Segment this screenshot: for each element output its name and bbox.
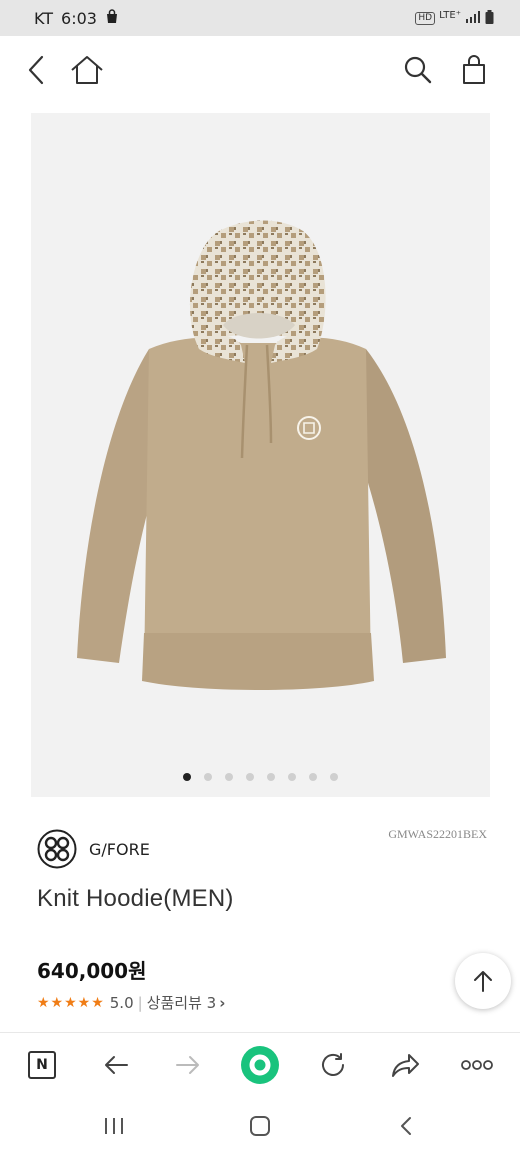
home-icon[interactable] (67, 50, 107, 90)
n-tab-box: N (28, 1051, 56, 1079)
carousel-dot[interactable] (288, 773, 296, 781)
hd-badge: HD (415, 11, 436, 25)
status-bar: KT 6:03 HD LTE⁺ (0, 0, 520, 36)
carousel-dot[interactable] (204, 773, 212, 781)
hoodie-hem (142, 633, 374, 690)
knit-hoodie-image (77, 220, 446, 690)
status-left: KT 6:03 (34, 9, 119, 28)
review-separator: | (137, 993, 143, 1012)
review-link[interactable]: 상품리뷰 3 (147, 992, 217, 1013)
battery-icon (485, 9, 494, 27)
signal-icon (465, 10, 481, 26)
carousel-dot[interactable] (246, 773, 254, 781)
green-dot-icon[interactable] (238, 1043, 282, 1087)
browser-toolbar: N (0, 1032, 520, 1096)
forward-icon[interactable] (166, 1043, 210, 1087)
top-nav (0, 36, 520, 102)
rating-stars: ★★★★★ (37, 994, 105, 1011)
system-back-icon[interactable] (384, 1104, 428, 1148)
brand-logo-icon[interactable] (37, 829, 77, 869)
rating-row[interactable]: ★★★★★ 5.0 | 상품리뷰 3 › (37, 992, 225, 1013)
recent-apps-icon[interactable] (92, 1104, 136, 1148)
product-image-carousel[interactable] (31, 113, 490, 797)
brand-name[interactable]: G/FORE (89, 840, 150, 859)
back-arrow-icon[interactable] (16, 50, 56, 90)
product-title: Knit Hoodie(MEN) (37, 885, 234, 912)
carrier-label: KT (34, 8, 54, 28)
n-tab-icon[interactable]: N (20, 1043, 64, 1087)
scroll-top-button[interactable] (455, 953, 511, 1009)
hoodie-body (144, 337, 371, 684)
carousel-dot[interactable] (183, 773, 191, 781)
product-code: GMWAS22201BEX (388, 827, 487, 841)
carousel-dot[interactable] (267, 773, 275, 781)
home-button-icon[interactable] (238, 1104, 282, 1148)
product-price: 640,000원 (37, 959, 147, 983)
brand-row: G/FORE GMWAS22201BEX (37, 827, 487, 869)
carousel-dot[interactable] (225, 773, 233, 781)
back-icon[interactable] (94, 1043, 138, 1087)
arrow-up-icon (474, 971, 492, 992)
system-nav-bar (0, 1096, 520, 1155)
refresh-icon[interactable] (311, 1043, 355, 1087)
search-icon[interactable] (398, 50, 438, 90)
network-label: LTE⁺ (439, 9, 461, 21)
cart-bag-icon[interactable] (454, 50, 494, 90)
shopping-bag-icon (105, 8, 119, 28)
carousel-dots[interactable] (31, 773, 490, 781)
chevron-right-icon: › (219, 993, 226, 1012)
share-icon[interactable] (384, 1043, 428, 1087)
clock: 6:03 (61, 8, 97, 28)
carousel-dot[interactable] (330, 773, 338, 781)
rating-value: 5.0 (109, 993, 134, 1012)
carousel-dot[interactable] (309, 773, 317, 781)
more-icon[interactable] (455, 1043, 499, 1087)
status-right: HD LTE⁺ (415, 9, 494, 27)
